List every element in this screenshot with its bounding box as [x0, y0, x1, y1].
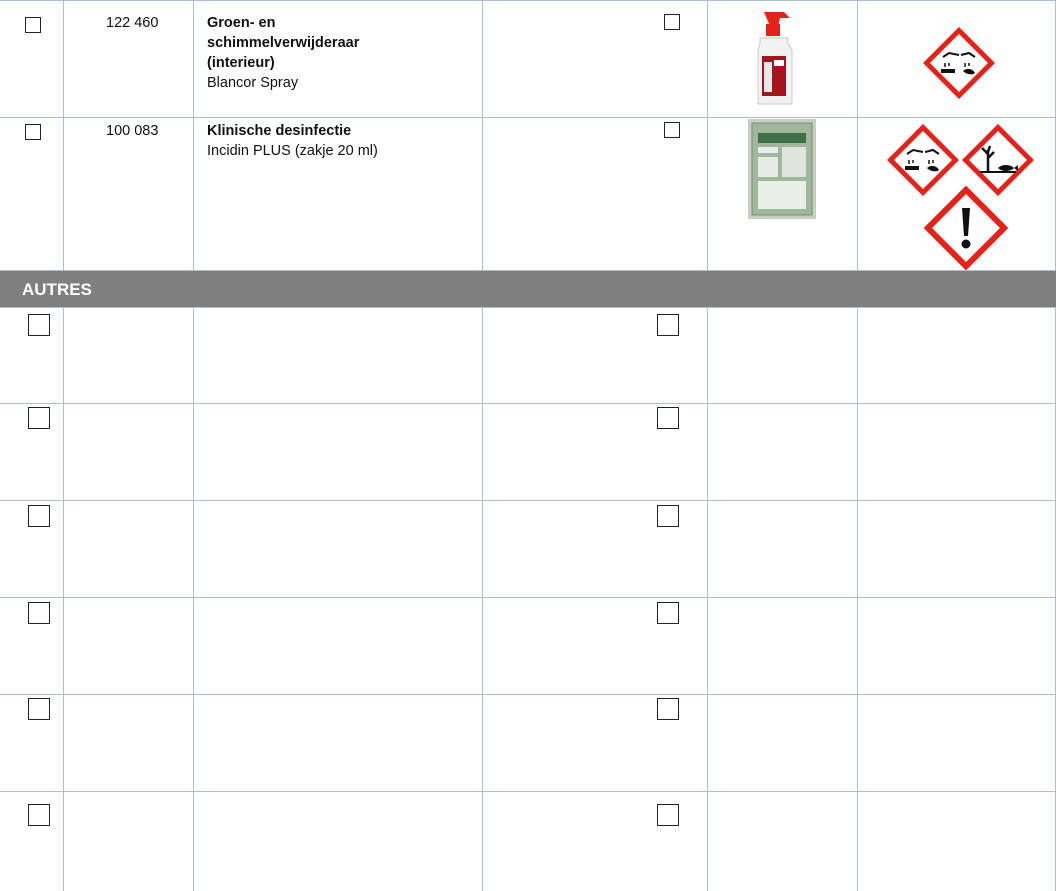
product-name-line: schimmelverwijderaar	[207, 35, 360, 51]
grid-line	[0, 791, 1056, 792]
select-checkbox[interactable]	[28, 505, 50, 527]
order-checkbox[interactable]	[657, 314, 679, 336]
order-checkbox[interactable]	[657, 698, 679, 720]
grid-line	[63, 0, 64, 271]
product-brand: Blancor Spray	[207, 75, 299, 91]
select-checkbox[interactable]	[28, 804, 50, 826]
grid-line	[0, 403, 1056, 404]
select-checkbox[interactable]	[25, 124, 41, 140]
section-header	[0, 271, 1056, 307]
spray-bottle-image	[757, 12, 793, 105]
order-checkbox[interactable]	[657, 804, 679, 826]
grid-line	[857, 0, 858, 891]
select-checkbox[interactable]	[28, 314, 50, 336]
product-brand: Incidin PLUS (zakje 20 ml)	[207, 143, 378, 159]
order-checkbox[interactable]	[664, 14, 680, 30]
order-checkbox[interactable]	[657, 505, 679, 527]
grid-line	[0, 0, 1056, 1]
product-name-line: (interieur)	[207, 55, 275, 71]
order-checkbox[interactable]	[657, 602, 679, 624]
sachet-image	[748, 119, 816, 219]
product-code: 122 460	[106, 15, 159, 31]
order-checkbox[interactable]	[657, 407, 679, 429]
corrosive-hazard-icon	[923, 27, 995, 99]
grid-line	[0, 694, 1056, 695]
grid-line	[0, 597, 1056, 598]
product-code: 100 083	[106, 123, 159, 139]
select-checkbox[interactable]	[28, 407, 50, 429]
grid-line	[0, 500, 1056, 501]
section-title: AUTRES	[22, 280, 92, 299]
order-checkbox[interactable]	[664, 122, 680, 138]
grid-line	[707, 0, 708, 891]
select-checkbox[interactable]	[25, 17, 41, 33]
grid-line	[482, 0, 483, 891]
grid-line	[0, 117, 1056, 118]
grid-line	[63, 307, 64, 891]
select-checkbox[interactable]	[28, 698, 50, 720]
grid-line	[193, 0, 194, 891]
grid-line	[0, 307, 1056, 308]
product-name-line: Klinische desinfectie	[207, 123, 352, 139]
product-name-line: Groen- en	[207, 15, 276, 31]
exclamation-hazard-icon	[924, 186, 1008, 270]
select-checkbox[interactable]	[28, 602, 50, 624]
